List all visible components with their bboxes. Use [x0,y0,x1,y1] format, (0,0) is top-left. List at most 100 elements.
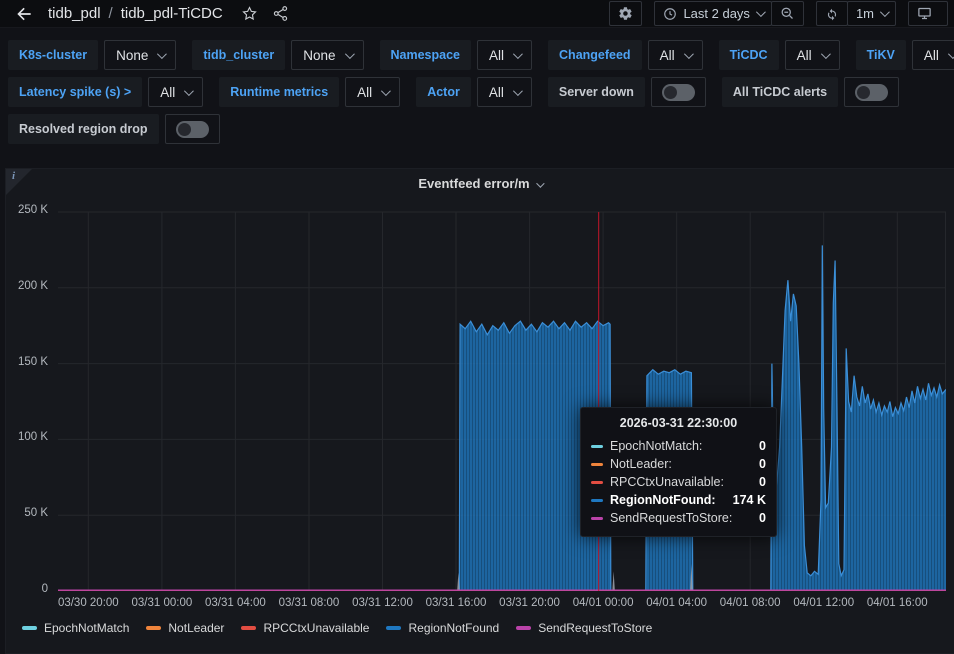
variable-select-tidb-cluster[interactable]: None [291,40,363,70]
variable-value: All [489,48,504,63]
legend-label: RegionNotFound [408,621,499,635]
series-area-regionnotfound [58,245,946,591]
variable-label-resolved-region-drop: Resolved region drop [8,114,159,144]
variable-value: All [489,85,504,100]
tooltip-row-regionnotfound: RegionNotFound:174 K [591,491,766,509]
legend-label: SendRequestToStore [538,621,652,635]
variable-k8s-cluster: K8s-clusterNone [8,40,176,70]
variable-select-namespace[interactable]: All [477,40,532,70]
variable-select-tikv[interactable]: All [912,40,954,70]
variable-namespace: NamespaceAll [380,40,533,70]
y-axis-tick-label: 100 K [6,431,48,443]
legend-swatch [386,626,401,630]
tooltip-series-value: 174 K [733,491,766,509]
legend-swatch [146,626,161,630]
chevron-down-icon [684,49,694,59]
panel-eventfeed-error: i Eventfeed error/m 050 K100 K150 K200 K… [5,168,954,654]
tooltip-series-name: EpochNotMatch: [610,437,702,455]
chevron-down-icon [513,86,523,96]
variable-select-runtime-metrics[interactable]: All [345,77,400,107]
tooltip-series-swatch [591,481,603,484]
variable-actor: Actor All [416,77,532,107]
variable-ticdc: TiCDCAll [719,40,840,70]
variable-label-server-down: Server down [548,77,645,107]
tooltip-row-notleader: NotLeader: 0 [591,455,766,473]
star-dashboard-button[interactable] [241,5,258,22]
refresh-interval-picker[interactable]: 1m [847,1,896,26]
back-button[interactable] [10,1,38,27]
dashboard-settings-button[interactable] [609,1,642,26]
kiosk-mode-button[interactable] [908,1,948,26]
variable-label-actor: Actor [416,77,471,107]
legend-item-notleader[interactable]: NotLeader [146,621,224,635]
variable-select-k8s-cluster[interactable]: None [104,40,176,70]
tooltip-series-name: NotLeader: [610,455,672,473]
tooltip-row-rpcctxunavailable: RPCCtxUnavailable:0 [591,473,766,491]
tooltip-series-swatch [591,445,603,448]
star-icon [241,5,258,22]
toggle-switch[interactable] [662,84,695,101]
share-dashboard-button[interactable] [272,5,289,22]
refresh-icon [825,7,839,21]
variable-select-changefeed[interactable]: All [648,40,703,70]
variable-label-changefeed: Changefeed [548,40,642,70]
variable-value: All [160,85,175,100]
back-arrow-icon [14,4,34,24]
timeseries-chart[interactable] [58,206,946,591]
legend-item-epochnotmatch[interactable]: EpochNotMatch [22,621,129,635]
toggle-resolved-region-drop[interactable] [165,114,220,144]
variable-changefeed: Changefeed All [548,40,703,70]
variable-runtime-metrics: Runtime metricsAll [219,77,400,107]
toggle-server-down[interactable] [651,77,706,107]
chevron-down-icon [184,86,194,96]
chevron-down-icon [536,179,544,187]
breadcrumb-dashboard[interactable]: tidb_pdl-TiCDC [121,5,223,22]
minor-spike [612,571,615,591]
top-nav-bar: tidb_pdl / tidb_pdl-TiCDC Last 2 days [0,0,954,28]
toggle-switch[interactable] [176,121,209,138]
zoom-out-time-button[interactable] [771,1,804,26]
chart-legend: EpochNotMatch NotLeader RPCCtxUnavailable R… [22,621,652,635]
variable-value: None [303,48,335,63]
toggle-switch[interactable] [855,84,888,101]
variable-select-ticdc[interactable]: All [785,40,840,70]
panel-title[interactable]: Eventfeed error/m [6,176,954,191]
tooltip-series-name: SendRequestToStore: [610,509,732,527]
tooltip-series-swatch [591,499,603,502]
clock-icon [663,7,677,21]
time-range-picker[interactable]: Last 2 days [654,1,772,26]
variable-label-all-ticdc-alerts: All TiCDC alerts [722,77,838,107]
toggle-all-ticdc-alerts[interactable] [844,77,899,107]
chevron-down-icon [756,7,766,17]
legend-item-sendrequesttostore[interactable]: SendRequestToStore [516,621,652,635]
variable-value: All [660,48,675,63]
monitor-icon [917,6,932,21]
variable-all-ticdc-alerts: All TiCDC alerts [722,77,899,107]
variable-label-ticdc: TiCDC [719,40,779,70]
variable-label-tidb-cluster: tidb_cluster [192,40,285,70]
y-axis-tick-label: 150 K [6,356,48,368]
legend-label: EpochNotMatch [44,621,129,635]
legend-item-rpcctxunavailable[interactable]: RPCCtxUnavailable [241,621,369,635]
legend-item-regionnotfound[interactable]: RegionNotFound [386,621,499,635]
variable-select-latency-spike-s[interactable]: All [148,77,203,107]
breadcrumb-folder[interactable]: tidb_pdl [48,5,101,22]
tooltip-row-epochnotmatch: EpochNotMatch:0 [591,437,766,455]
variable-select-actor[interactable]: All [477,77,532,107]
variable-resolved-region-drop: Resolved region drop [8,114,220,144]
chevron-down-icon [880,7,890,17]
refresh-interval-label: 1m [856,6,874,21]
refresh-button[interactable] [816,1,848,26]
legend-swatch [22,626,37,630]
tooltip-series-name: RPCCtxUnavailable: [610,473,724,491]
chevron-down-icon [513,49,523,59]
tooltip-series-value: 0 [759,455,766,473]
variable-value: None [116,48,148,63]
chevron-down-icon [344,49,354,59]
legend-swatch [516,626,531,630]
legend-swatch [241,626,256,630]
tooltip-row-sendrequesttostore: SendRequestToStore:0 [591,509,766,527]
gear-icon [618,6,633,21]
chart-tooltip: 2026-03-31 22:30:00 EpochNotMatch:0NotLe… [580,407,777,537]
chevron-down-icon [381,86,391,96]
